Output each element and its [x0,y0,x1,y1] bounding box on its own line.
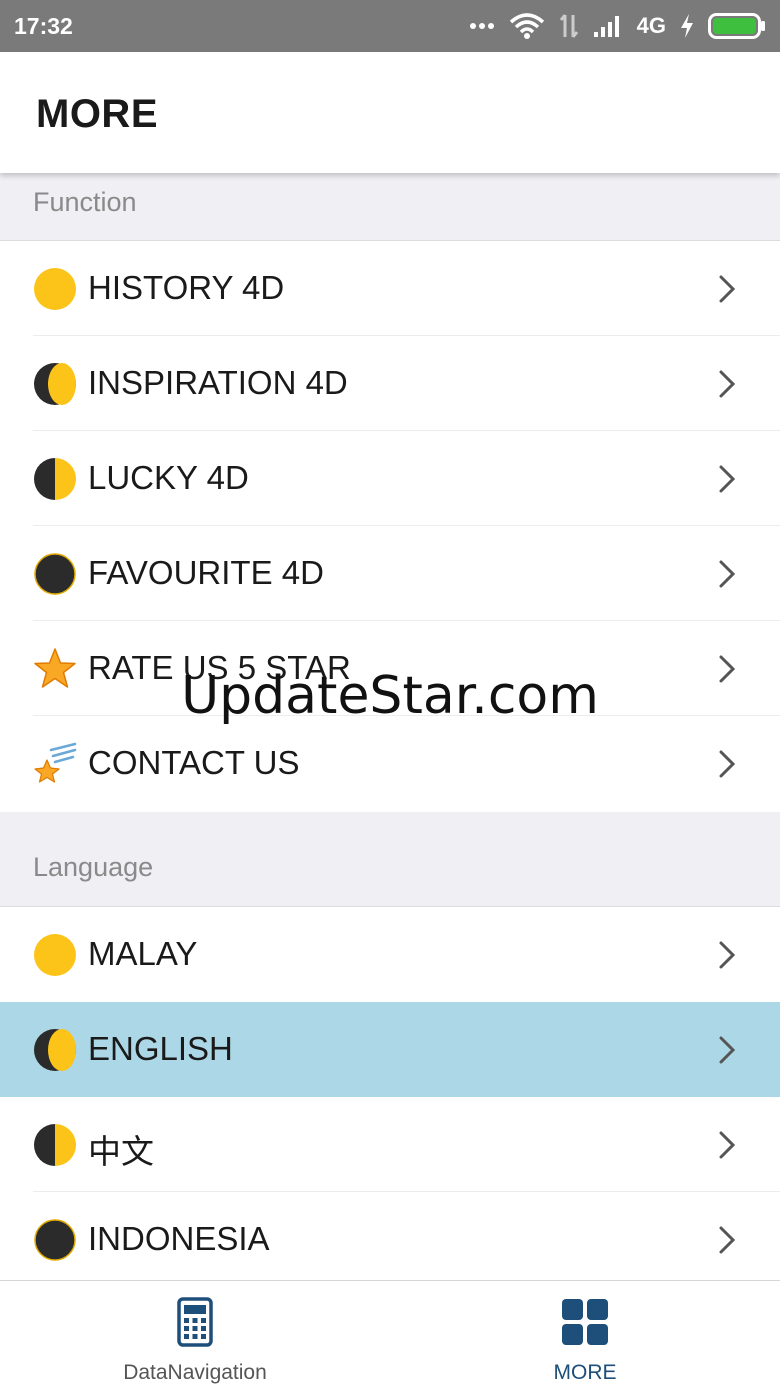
menu-item-contact-us[interactable]: CONTACT US [0,716,780,812]
charging-icon [681,14,693,38]
menu-item-label: INSPIRATION 4D [88,364,348,401]
grid-icon [562,1299,608,1345]
chevron-right-icon [719,1036,736,1064]
page-title: MORE [36,92,158,136]
menu-item-lucky-4d[interactable]: LUCKY 4D [0,431,780,526]
status-time: 17:32 [14,12,73,39]
language-item-malay[interactable]: MALAY [0,907,780,1002]
tab-data-navigation[interactable]: DataNavigation [0,1281,390,1386]
language-item-label: 中文 [88,1133,154,1170]
menu-item-label: FAVOURITE 4D [88,554,324,591]
chevron-right-icon [719,750,736,778]
menu-item-favourite-4d[interactable]: FAVOURITE 4D [0,526,780,621]
crescent-moon-icon [34,1029,76,1071]
tab-more[interactable]: MORE [390,1281,780,1386]
tab-label: DataNavigation [123,1361,267,1384]
language-item-label: INDONESIA [88,1220,270,1257]
chevron-right-icon [719,941,736,969]
new-moon-icon [34,553,76,595]
language-item-label: MALAY [88,935,198,972]
half-moon-icon [34,1124,76,1166]
crescent-moon-icon [34,363,76,405]
menu-item-label: CONTACT US [88,744,300,781]
tab-label: MORE [553,1361,617,1384]
half-moon-icon [34,458,76,500]
status-bar: 17:32 4G [0,0,780,52]
app-header: MORE [0,52,780,173]
shooting-star-icon [34,742,77,783]
wifi-icon [509,13,544,39]
signal-icon [593,16,619,37]
section-header-function: Function [0,173,780,241]
section-label: Function [33,187,137,217]
section-label: Language [33,852,154,882]
network-type: 4G [636,13,666,38]
more-dots-icon [469,23,494,29]
data-transfer-icon [559,14,578,38]
chevron-right-icon [719,1226,736,1254]
menu-item-label: LUCKY 4D [88,459,249,496]
language-item-label: ENGLISH [88,1030,233,1067]
chevron-right-icon [719,560,736,588]
language-item-english[interactable]: ENGLISH [0,1002,780,1097]
menu-item-history-4d[interactable]: HISTORY 4D [0,241,780,336]
chevron-right-icon [719,275,736,303]
watermark: UpdateStar.com [181,666,599,726]
chevron-right-icon [719,1131,736,1159]
full-moon-icon [34,268,76,310]
section-header-language: Language [0,812,780,907]
full-moon-icon [34,934,76,976]
chevron-right-icon [719,370,736,398]
status-icons: 4G [469,12,766,40]
menu-item-inspiration-4d[interactable]: INSPIRATION 4D [0,336,780,431]
battery-icon [708,13,765,39]
new-moon-icon [34,1219,76,1261]
language-item-indonesia[interactable]: INDONESIA [0,1192,780,1280]
bottom-nav: DataNavigation MORE [0,1280,780,1386]
chevron-right-icon [719,465,736,493]
calculator-icon [177,1297,213,1347]
menu-item-label: HISTORY 4D [88,269,285,306]
language-item-chinese[interactable]: 中文 [0,1097,780,1192]
